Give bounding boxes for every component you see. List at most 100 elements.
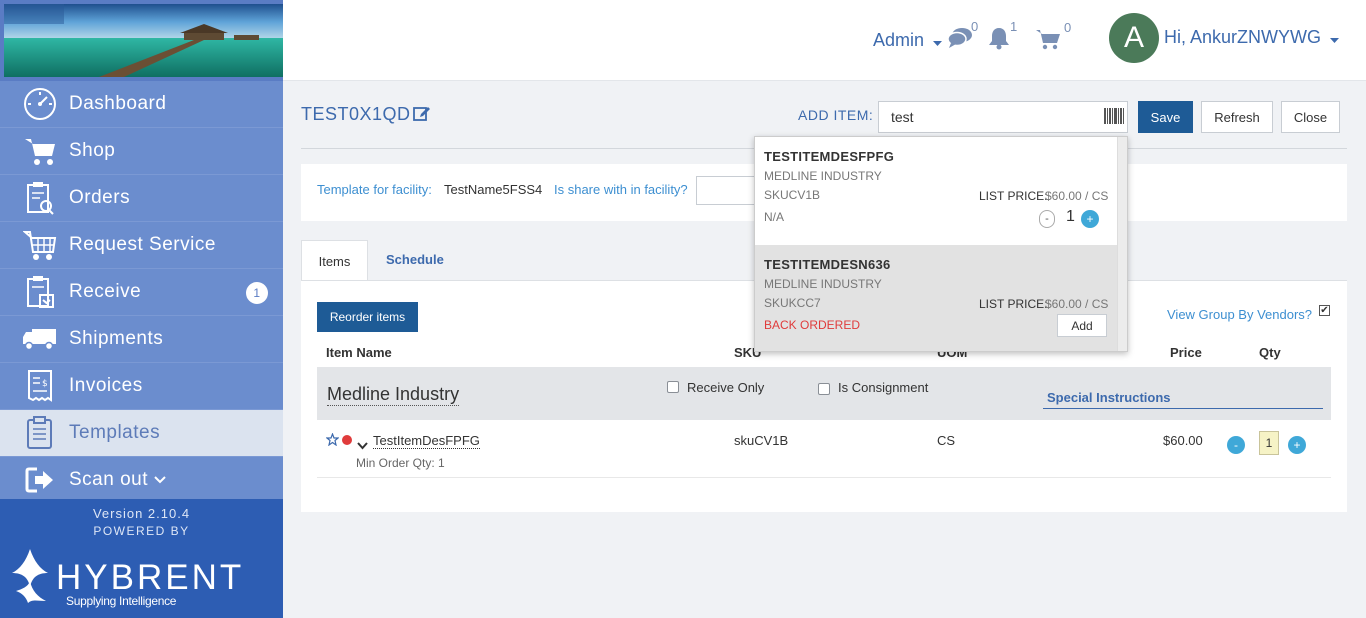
cart-icon xyxy=(22,133,58,169)
edit-icon[interactable] xyxy=(413,105,431,126)
sidebar-item-shipments[interactable]: Shipments xyxy=(0,316,283,363)
sidebar-item-orders[interactable]: Orders xyxy=(0,175,283,222)
sidebar-item-request-service[interactable]: Request Service xyxy=(0,222,283,269)
qty-decrement-button[interactable]: - xyxy=(1227,436,1245,454)
suggestion-sku: SKUKCC7 xyxy=(764,296,821,310)
suggestion-name: TESTITEMDESFPFG xyxy=(764,149,895,164)
sidebar-item-templates[interactable]: Templates xyxy=(0,410,283,457)
min-order-qty: Min Order Qty: 1 xyxy=(356,456,445,470)
sidebar-item-label: Templates xyxy=(69,422,161,443)
view-group-by-vendors-checkbox[interactable]: ✔ xyxy=(1319,305,1330,316)
qty-increment-button[interactable]: + xyxy=(1288,436,1306,454)
dashboard-icon xyxy=(22,86,58,122)
version-text: Version 2.10.4 xyxy=(92,506,191,521)
brand-tagline: Supplying Intelligence xyxy=(66,594,177,608)
close-button[interactable]: Close xyxy=(1281,101,1340,133)
chevron-down-icon xyxy=(154,476,166,484)
templates-icon xyxy=(22,415,58,451)
item-uom: CS xyxy=(937,433,956,448)
is-consignment-checkbox[interactable] xyxy=(818,383,830,395)
sidebar-item-shop[interactable]: Shop xyxy=(0,128,283,175)
column-qty: Qty xyxy=(1259,345,1281,360)
avatar[interactable]: A xyxy=(1109,13,1159,63)
top-bar: Admin 0 1 0 A Hi, AnkurZNWYWG xyxy=(283,0,1366,81)
sidebar-item-scan-out[interactable]: Scan out xyxy=(0,457,283,504)
suggestion-qty: 1 xyxy=(1066,208,1075,225)
sidebar-nav: Dashboard Shop Orders Request Service Re… xyxy=(0,81,283,504)
request-service-icon xyxy=(22,227,58,263)
sidebar-item-label: Scan out xyxy=(69,469,148,490)
page-title: TEST0X1QD xyxy=(301,104,411,124)
receive-icon xyxy=(22,274,58,310)
chevron-down-icon[interactable] xyxy=(357,437,368,455)
sidebar-item-label: Request Service xyxy=(69,234,216,255)
is-consignment-label: Is Consignment xyxy=(838,380,929,395)
bird-logo-icon xyxy=(10,547,50,610)
suggestion-status-back-ordered: BACK ORDERED xyxy=(764,318,861,332)
sidebar-item-label: Dashboard xyxy=(69,93,167,114)
facility-name: TestName5FSS4 xyxy=(444,182,543,197)
add-item-suggestions-dropdown: TESTITEMDESFPFG MEDLINE INDUSTRY SKUCV1B… xyxy=(754,136,1128,352)
truck-icon xyxy=(22,321,58,357)
refresh-button[interactable]: Refresh xyxy=(1201,101,1273,133)
suggestion-qty-increment-button[interactable]: + xyxy=(1081,210,1099,228)
orders-icon xyxy=(22,180,58,216)
vendor-name: Medline Industry xyxy=(327,384,460,406)
view-group-by-vendors-label[interactable]: View Group By Vendors? xyxy=(1167,307,1312,322)
sidebar-item-invoices[interactable]: $ Invoices xyxy=(0,363,283,410)
messages-count: 0 xyxy=(971,19,979,34)
suggestion-vendor: MEDLINE INDUSTRY xyxy=(764,169,882,183)
dropdown-scrollbar[interactable] xyxy=(1117,137,1127,351)
cart-icon[interactable] xyxy=(1035,28,1061,55)
receive-only-checkbox[interactable] xyxy=(667,381,679,393)
column-item-name: Item Name xyxy=(326,345,392,360)
receive-only-label: Receive Only xyxy=(687,380,765,395)
sidebar: Dashboard Shop Orders Request Service Re… xyxy=(0,0,283,618)
svg-text:$: $ xyxy=(42,379,48,389)
add-item-label: ADD ITEM: xyxy=(798,107,874,123)
item-sku: skuCV1B xyxy=(734,433,789,448)
suggestion-item[interactable]: TESTITEMDESN636 MEDLINE INDUSTRY SKUKCC7… xyxy=(755,245,1117,351)
reorder-items-button[interactable]: Reorder items xyxy=(317,302,418,332)
tab-items[interactable]: Items xyxy=(301,240,368,281)
notifications-count: 1 xyxy=(1010,19,1018,34)
suggestion-price: $60.00 / CS xyxy=(1045,189,1109,203)
suggestion-price-label: LIST PRICE: xyxy=(979,297,1048,311)
messages-icon[interactable] xyxy=(947,26,973,55)
sidebar-item-receive[interactable]: Receive 1 xyxy=(0,269,283,316)
add-item-search-input[interactable] xyxy=(878,101,1128,133)
tropical-beach-logo-image xyxy=(4,4,283,77)
status-dot-icon xyxy=(342,435,352,445)
suggestion-status: N/A xyxy=(764,210,785,224)
caret-down-icon xyxy=(1330,28,1340,49)
caret-down-icon xyxy=(933,31,943,52)
sidebar-item-label: Orders xyxy=(69,187,131,208)
vendor-group-row: Medline Industry Receive Only Is Consign… xyxy=(317,367,1331,420)
hybrent-logo: HYBRENT Supplying Intelligence xyxy=(10,547,244,610)
qty-input[interactable]: 1 xyxy=(1259,431,1279,455)
cart-count: 0 xyxy=(1064,20,1072,35)
tab-schedule[interactable]: Schedule xyxy=(386,252,444,267)
bell-icon[interactable] xyxy=(988,26,1010,55)
column-price: Price xyxy=(1170,345,1202,360)
admin-menu[interactable]: Admin xyxy=(873,30,943,52)
share-in-facility-select[interactable] xyxy=(696,176,756,205)
suggestion-qty-decrement-button[interactable]: - xyxy=(1039,210,1055,228)
invoice-icon: $ xyxy=(22,368,58,404)
sidebar-item-label: Receive xyxy=(69,281,142,302)
special-instructions-field[interactable]: Special Instructions xyxy=(1043,390,1323,409)
sidebar-item-dashboard[interactable]: Dashboard xyxy=(0,81,283,128)
receive-count-badge: 1 xyxy=(246,282,268,304)
star-icon[interactable] xyxy=(325,432,340,451)
share-in-facility-label: Is share with in facility? xyxy=(554,182,688,197)
suggestion-sku: SKUCV1B xyxy=(764,188,821,202)
user-menu[interactable]: Hi, AnkurZNWYWG xyxy=(1164,27,1340,49)
sidebar-item-label: Shop xyxy=(69,140,116,161)
suggestion-item[interactable]: TESTITEMDESFPFG MEDLINE INDUSTRY SKUCV1B… xyxy=(755,137,1117,245)
item-name-link[interactable]: TestItemDesFPFG xyxy=(373,433,480,449)
suggestion-add-button[interactable]: Add xyxy=(1057,314,1107,337)
table-row: TestItemDesFPFG Min Order Qty: 1 skuCV1B… xyxy=(317,420,1331,478)
save-button[interactable]: Save xyxy=(1138,101,1193,133)
barcode-icon[interactable] xyxy=(1104,108,1124,129)
template-facility-label: Template for facility: xyxy=(317,182,432,197)
